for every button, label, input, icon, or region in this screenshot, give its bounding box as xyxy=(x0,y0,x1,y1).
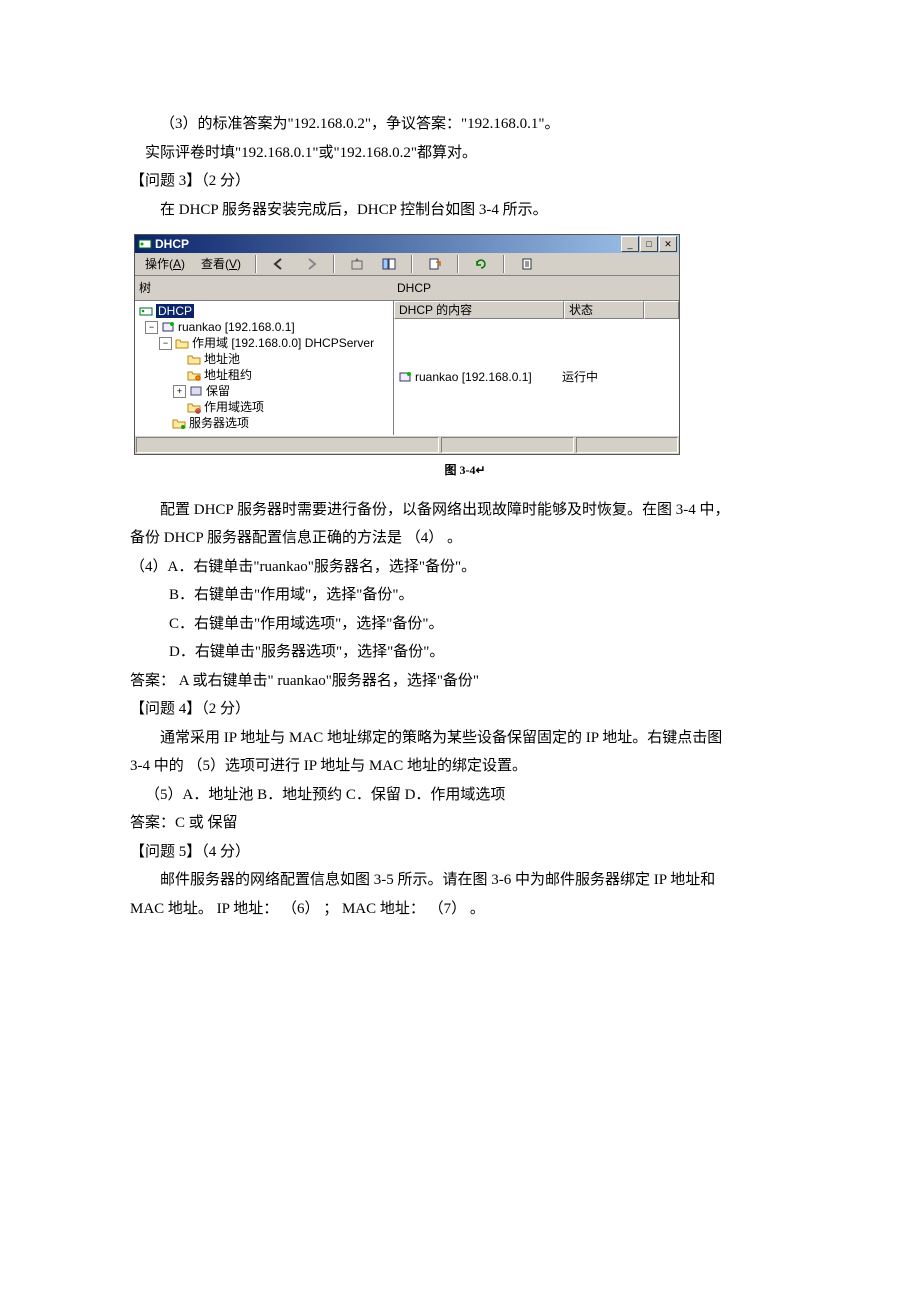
toolbar-separator xyxy=(457,255,459,273)
status-seg xyxy=(576,437,678,453)
col-spacer xyxy=(644,301,679,319)
col-state[interactable]: 状态 xyxy=(564,301,644,319)
dhcp-app-icon xyxy=(138,237,152,251)
menu-action[interactable]: 操作(A) xyxy=(141,257,189,271)
ans4: 答案： A 或右键单击" ruankao"服务器名，选择"备份" xyxy=(130,667,800,696)
toolbar-separator xyxy=(411,255,413,273)
dhcp-root-icon xyxy=(139,304,153,318)
titlebar: DHCP _ □ ✕ xyxy=(135,235,679,253)
expand-toggle[interactable]: − xyxy=(145,321,158,334)
opt4-a: （4）A．右键单击"ruankao"服务器名，选择"备份"。 xyxy=(130,553,800,582)
answer3-line1: （3）的标准答案为"192.168.0.2"，争议答案："192.168.0.1… xyxy=(130,110,800,139)
tree-root-label: DHCP xyxy=(156,304,194,318)
window-title: DHCP xyxy=(155,237,621,251)
q3-afterfig-1: 配置 DHCP 服务器时需要进行备份，以备网络出现故障时能够及时恢复。在图 3-… xyxy=(130,496,800,525)
refresh-button[interactable] xyxy=(469,253,493,275)
q3-heading: 【问题 3】（2 分） xyxy=(130,167,800,196)
tree-scope-node[interactable]: − 作用域 [192.168.0.0] DHCPServer xyxy=(139,335,393,351)
forward-button[interactable] xyxy=(299,253,323,275)
tree-pool-node[interactable]: 地址池 xyxy=(139,351,393,367)
close-button[interactable]: ✕ xyxy=(659,236,677,252)
tree-server-label: ruankao [192.168.0.1] xyxy=(178,320,295,334)
tree-pane: DHCP − ruankao [192.168.0.1] − 作用域 [192.… xyxy=(135,301,394,435)
maximize-button[interactable]: □ xyxy=(640,236,658,252)
q3-afterfig-2: 备份 DHCP 服务器配置信息正确的方法是 （4） 。 xyxy=(130,524,800,553)
tree-reserve-node[interactable]: + 保留 xyxy=(139,383,393,399)
right-header: DHCP xyxy=(393,276,679,301)
left-header: 树 xyxy=(135,276,393,301)
toolbar-separator xyxy=(255,255,257,273)
status-seg xyxy=(441,437,573,453)
toolbar-separator xyxy=(333,255,335,273)
list-row-server-label: ruankao [192.168.0.1] xyxy=(415,370,532,384)
tree-root-dhcp[interactable]: DHCP xyxy=(139,303,393,319)
list-pane: DHCP 的内容 状态 ruankao [192.168.0.1] 运行中 xyxy=(394,301,679,435)
q4-body-2: 3-4 中的 （5）选项可进行 IP 地址与 MAC 地址的绑定设置。 xyxy=(130,752,800,781)
tree-scopeopt-label: 作用域选项 xyxy=(204,400,264,414)
tree-lease-label: 地址租约 xyxy=(204,368,252,382)
toolbar-separator xyxy=(503,255,505,273)
server-options-icon xyxy=(172,416,186,430)
back-button[interactable] xyxy=(267,253,291,275)
q5-body-2: MAC 地址。 IP 地址： （6） ； MAC 地址： （7） 。 xyxy=(130,895,800,924)
export-list-button[interactable] xyxy=(423,253,447,275)
tree-reserve-label: 保留 xyxy=(206,384,230,398)
menu-view-u: V xyxy=(229,257,237,271)
answer3-line2: 实际评卷时填"192.168.0.1"或"192.168.0.2"都算对。 xyxy=(130,139,800,168)
menu-view-post: ) xyxy=(237,257,241,271)
properties-button[interactable] xyxy=(515,253,539,275)
server-icon xyxy=(398,370,412,384)
minimize-button[interactable]: _ xyxy=(621,236,639,252)
q3-body: 在 DHCP 服务器安装完成后，DHCP 控制台如图 3-4 所示。 xyxy=(130,196,800,225)
menu-view-pre: 查看( xyxy=(201,257,229,271)
reserve-icon xyxy=(189,384,203,398)
dhcp-console-window: DHCP _ □ ✕ 操作(A) 查看(V) xyxy=(134,234,680,455)
opt4-d: D．右键单击"服务器选项"，选择"备份"。 xyxy=(130,638,800,667)
q5-body-1: 邮件服务器的网络配置信息如图 3-5 所示。请在图 3-6 中为邮件服务器绑定 … xyxy=(130,866,800,895)
up-button[interactable] xyxy=(345,253,369,275)
tree-srvopt-node[interactable]: 服务器选项 xyxy=(139,415,393,431)
q4-body-1: 通常采用 IP 地址与 MAC 地址绑定的策略为某些设备保留固定的 IP 地址。… xyxy=(130,724,800,753)
ans5: 答案：C 或 保留 xyxy=(130,809,800,838)
list-row-server[interactable]: ruankao [192.168.0.1] xyxy=(398,321,562,433)
col-content[interactable]: DHCP 的内容 xyxy=(394,301,564,319)
tree-scopeopt-node[interactable]: 作用域选项 xyxy=(139,399,393,415)
status-seg xyxy=(136,437,439,453)
tree-pool-label: 地址池 xyxy=(204,352,240,366)
opt4-b: B．右键单击"作用域"，选择"备份"。 xyxy=(130,581,800,610)
right-title: DHCP xyxy=(397,281,431,295)
opt4-c: C．右键单击"作用域选项"，选择"备份"。 xyxy=(130,610,800,639)
folder-icon xyxy=(187,352,201,366)
menu-view[interactable]: 查看(V) xyxy=(197,257,245,271)
tree-lease-node[interactable]: 地址租约 xyxy=(139,367,393,383)
server-icon xyxy=(161,320,175,334)
menubar: 操作(A) 查看(V) xyxy=(135,253,679,276)
tree-server-node[interactable]: − ruankao [192.168.0.1] xyxy=(139,319,393,335)
tree-srvopt-label: 服务器选项 xyxy=(189,416,249,430)
scope-options-icon xyxy=(187,400,201,414)
figure-caption: 图 3-4↵ xyxy=(130,459,800,482)
statusbar xyxy=(135,435,679,454)
expand-toggle[interactable]: + xyxy=(173,385,186,398)
folder-icon xyxy=(175,336,189,350)
menu-action-u: A xyxy=(173,257,181,271)
show-hide-tree-button[interactable] xyxy=(377,253,401,275)
q4-heading: 【问题 4】（2 分） xyxy=(130,695,800,724)
tree-label: 树 xyxy=(139,281,151,295)
q5-heading: 【问题 5】（4 分） xyxy=(130,838,800,867)
expand-toggle[interactable]: − xyxy=(159,337,172,350)
list-row-state: 运行中 xyxy=(562,321,632,433)
menu-action-post: ) xyxy=(181,257,185,271)
menu-action-pre: 操作( xyxy=(145,257,173,271)
tree-scope-label: 作用域 [192.168.0.0] DHCPServer xyxy=(192,336,374,350)
opt5: （5）A．地址池 B．地址预约 C．保留 D．作用域选项 xyxy=(130,781,800,810)
lease-icon xyxy=(187,368,201,382)
